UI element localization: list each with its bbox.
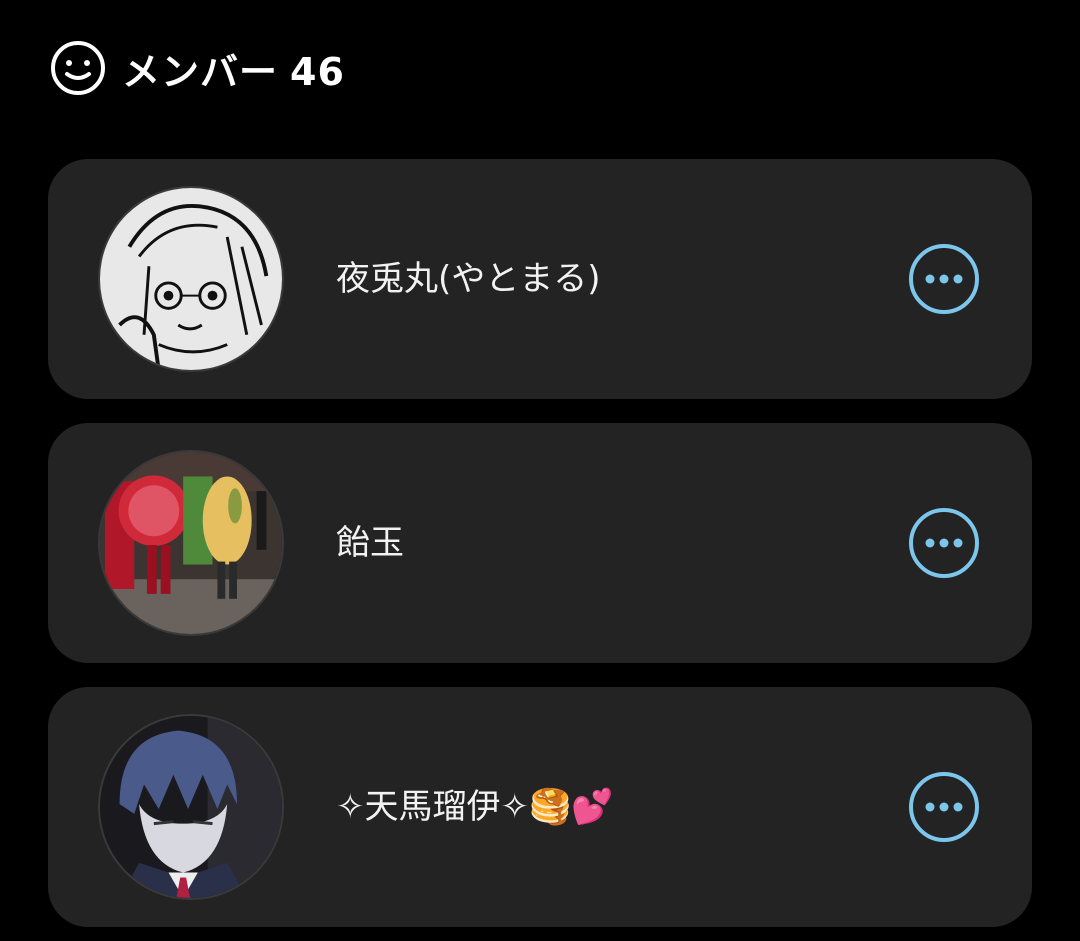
member-name: ✧天馬瑠伊✧🥞💕 — [336, 787, 614, 827]
smiley-icon — [51, 41, 105, 95]
avatar[interactable] — [98, 186, 284, 372]
more-options-button[interactable] — [908, 243, 980, 315]
member-row[interactable]: 飴玉 — [48, 423, 1032, 663]
member-row[interactable]: ✧天馬瑠伊✧🥞💕 — [48, 687, 1032, 927]
more-icon — [909, 244, 979, 314]
more-options-button[interactable] — [908, 507, 980, 579]
members-title-label: メンバー — [122, 49, 279, 94]
member-name: 夜兎丸(やとまる) — [336, 259, 601, 299]
avatar-image — [100, 716, 282, 898]
members-header: メンバー 46 — [50, 40, 345, 96]
avatar[interactable] — [98, 450, 284, 636]
members-title: メンバー 46 — [122, 41, 345, 96]
avatar-image — [100, 188, 282, 370]
avatar-image — [100, 452, 282, 634]
member-row[interactable]: 夜兎丸(やとまる) — [48, 159, 1032, 399]
more-icon — [909, 772, 979, 842]
members-count: 46 — [290, 49, 345, 94]
member-name: 飴玉 — [336, 523, 404, 563]
more-icon — [909, 508, 979, 578]
avatar[interactable] — [98, 714, 284, 900]
more-options-button[interactable] — [908, 771, 980, 843]
